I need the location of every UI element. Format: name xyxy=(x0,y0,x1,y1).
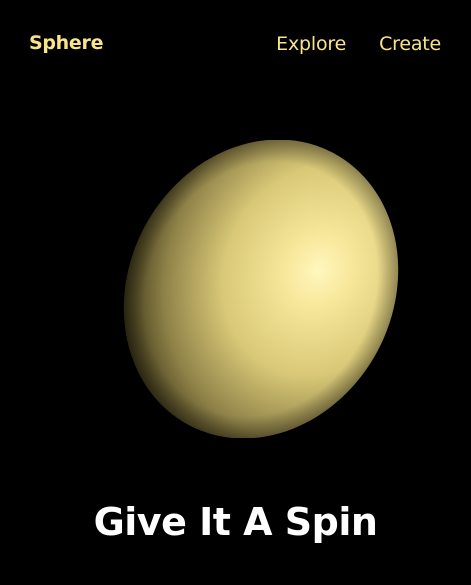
sphere-3d-canvas[interactable] xyxy=(118,140,404,438)
sphere-rim-shadow xyxy=(123,140,399,438)
nav-links: Explore Create xyxy=(276,33,441,55)
top-navigation: Sphere Explore Create xyxy=(0,0,471,90)
nav-link-create[interactable]: Create xyxy=(379,33,441,55)
nav-link-explore[interactable]: Explore xyxy=(276,33,346,55)
sphere-stage xyxy=(0,90,471,490)
hero-headline: Give It A Spin xyxy=(93,500,378,544)
brand-logo-link[interactable]: Sphere xyxy=(29,32,103,54)
